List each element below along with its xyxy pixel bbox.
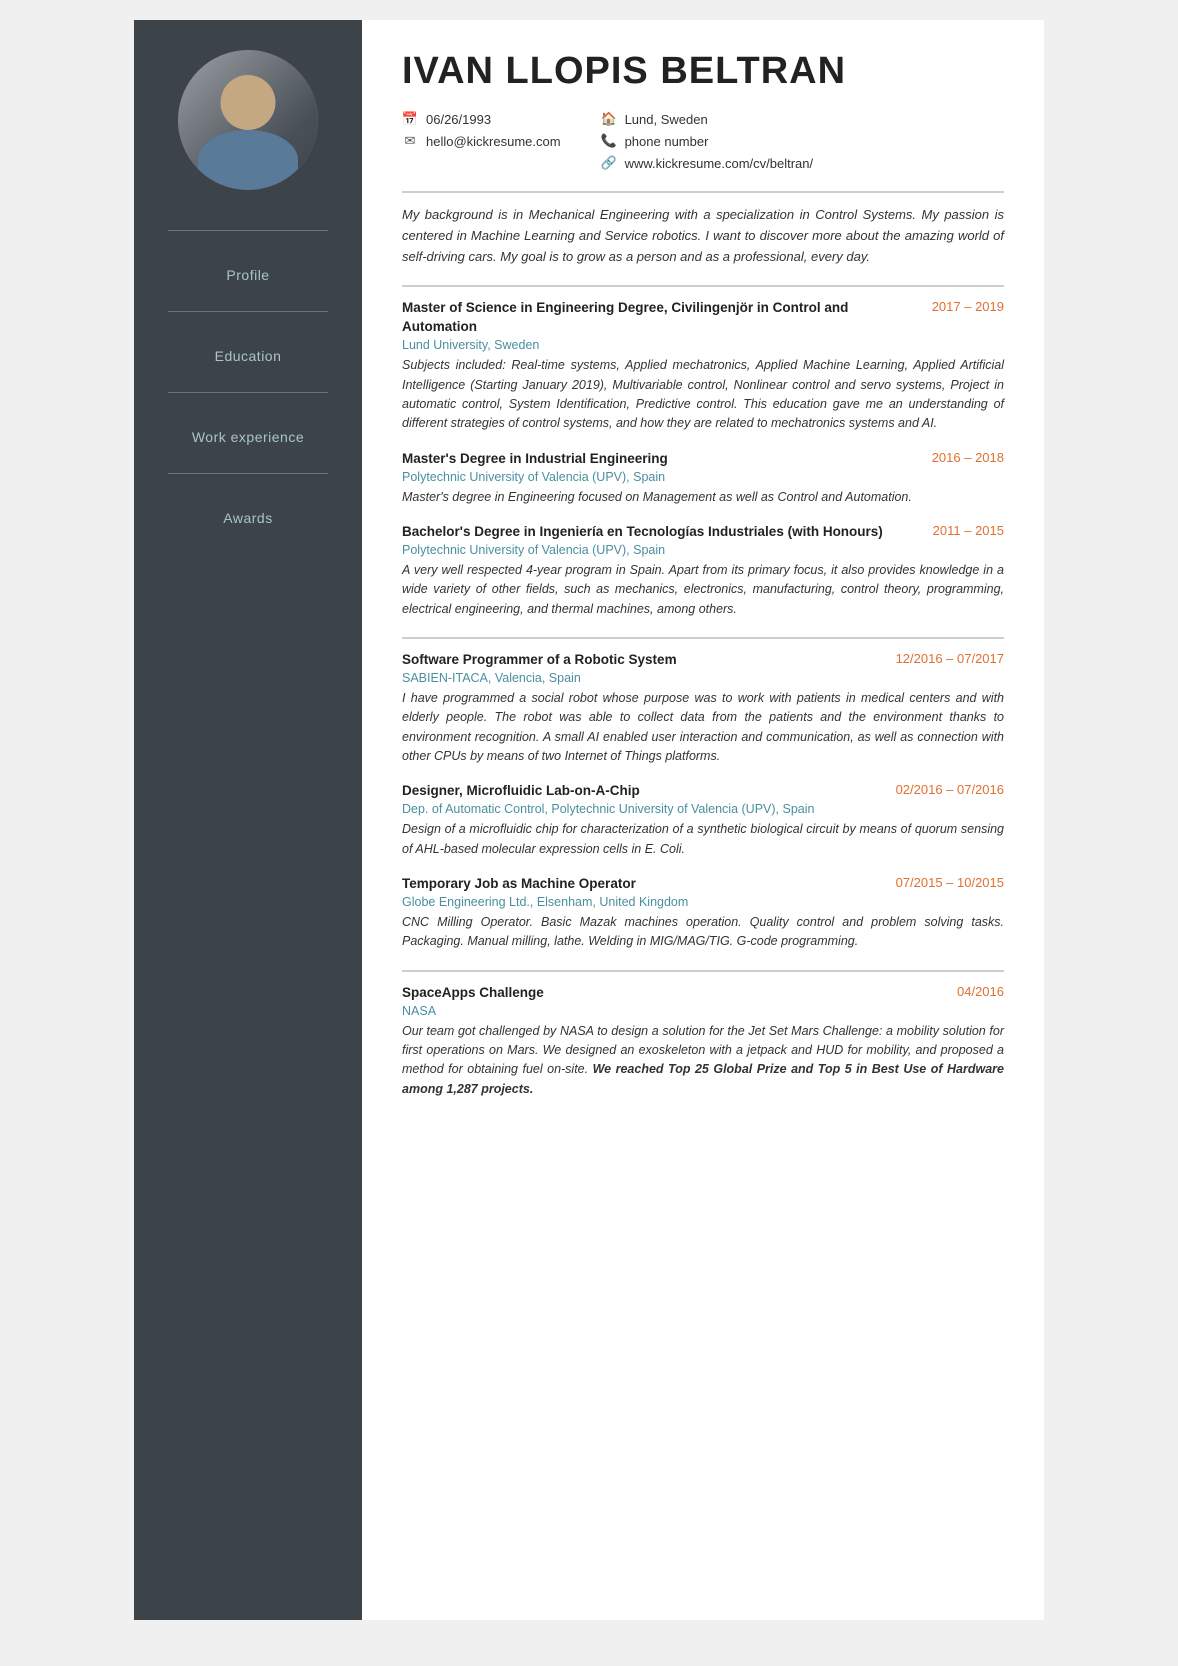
list-item: SpaceApps Challenge 04/2016 NASA Our team g… [402, 984, 1004, 1099]
item-title: Designer, Microfluidic Lab-on-A-Chip [402, 782, 876, 801]
divider-3 [168, 392, 328, 393]
profile-divider [402, 191, 1004, 193]
item-desc: Design of a microfluidic chip for charac… [402, 820, 1004, 859]
item-institution: Polytechnic University of Valencia (UPV)… [402, 470, 1004, 484]
list-item: Software Programmer of a Robotic System 1… [402, 651, 1004, 766]
dob-value: 06/26/1993 [426, 112, 491, 127]
contact-email: ✉ hello@kickresume.com [402, 133, 561, 149]
avatar [178, 50, 318, 190]
item-desc: Master's degree in Engineering focused o… [402, 488, 1004, 507]
item-desc: I have programmed a social robot whose p… [402, 689, 1004, 767]
list-item: Master's Degree in Industrial Engineerin… [402, 450, 1004, 507]
web-icon: 🔗 [601, 155, 617, 171]
sidebar-section-education: Education [134, 322, 362, 382]
item-desc: Our team got challenged by NASA to desig… [402, 1022, 1004, 1100]
awards-section: SpaceApps Challenge 04/2016 NASA Our team g… [402, 984, 1004, 1099]
phone-value: phone number [625, 134, 709, 149]
awards-divider [402, 970, 1004, 972]
item-header: Master's Degree in Industrial Engineerin… [402, 450, 1004, 469]
resume-container: Profile Education Work experience Awards… [134, 20, 1044, 1620]
item-date: 02/2016 – 07/2016 [896, 782, 1004, 797]
sidebar-label-education: Education [215, 340, 282, 372]
contact-col-right: 🏠 Lund, Sweden 📞 phone number 🔗 www.kick… [601, 111, 814, 171]
item-header: SpaceApps Challenge 04/2016 [402, 984, 1004, 1003]
work-section: Software Programmer of a Robotic System 1… [402, 651, 1004, 952]
item-title: Master of Science in Engineering Degree,… [402, 299, 912, 337]
item-date: 04/2016 [957, 984, 1004, 999]
sidebar-section-awards: Awards [134, 484, 362, 544]
item-header: Software Programmer of a Robotic System 1… [402, 651, 1004, 670]
contact-dob: 📅 06/26/1993 [402, 111, 561, 127]
sidebar-label-work: Work experience [192, 421, 304, 453]
item-date: 2017 – 2019 [932, 299, 1004, 314]
phone-icon: 📞 [601, 133, 617, 149]
item-institution: SABIEN-ITACA, Valencia, Spain [402, 671, 1004, 685]
item-institution: NASA [402, 1004, 1004, 1018]
item-date: 2016 – 2018 [932, 450, 1004, 465]
education-section: Master of Science in Engineering Degree,… [402, 299, 1004, 619]
candidate-name: IVAN LLOPIS BELTRAN [402, 50, 1004, 93]
item-title: Temporary Job as Machine Operator [402, 875, 876, 894]
item-header: Designer, Microfluidic Lab-on-A-Chip 02/2… [402, 782, 1004, 801]
website-value: www.kickresume.com/cv/beltran/ [625, 156, 814, 171]
item-header: Master of Science in Engineering Degree,… [402, 299, 1004, 337]
item-desc: A very well respected 4-year program in … [402, 561, 1004, 619]
item-institution: Globe Engineering Ltd., Elsenham, United… [402, 895, 1004, 909]
contact-row: 📅 06/26/1993 ✉ hello@kickresume.com 🏠 Lu… [402, 111, 1004, 171]
list-item: Master of Science in Engineering Degree,… [402, 299, 1004, 433]
sidebar-label-awards: Awards [223, 502, 272, 534]
item-date: 2011 – 2015 [933, 523, 1004, 538]
list-item: Temporary Job as Machine Operator 07/2015… [402, 875, 1004, 952]
item-title: Software Programmer of a Robotic System [402, 651, 876, 670]
item-institution: Dep. of Automatic Control, Polytechnic U… [402, 802, 1004, 816]
divider-4 [168, 473, 328, 474]
sidebar-label-profile: Profile [226, 259, 269, 291]
list-item: Designer, Microfluidic Lab-on-A-Chip 02/2… [402, 782, 1004, 859]
item-date: 12/2016 – 07/2017 [896, 651, 1004, 666]
divider-1 [168, 230, 328, 231]
contact-location: 🏠 Lund, Sweden [601, 111, 814, 127]
item-title: Master's Degree in Industrial Engineerin… [402, 450, 912, 469]
item-desc: CNC Milling Operator. Basic Mazak machin… [402, 913, 1004, 952]
main-content: IVAN LLOPIS BELTRAN 📅 06/26/1993 ✉ hello… [362, 20, 1044, 1620]
email-icon: ✉ [402, 133, 418, 149]
list-item: Bachelor's Degree in Ingeniería en Tecno… [402, 523, 1004, 619]
sidebar-section-profile: Profile [134, 241, 362, 301]
divider-2 [168, 311, 328, 312]
sidebar-section-work: Work experience [134, 403, 362, 463]
email-value: hello@kickresume.com [426, 134, 561, 149]
work-divider [402, 637, 1004, 639]
item-header: Temporary Job as Machine Operator 07/2015… [402, 875, 1004, 894]
contact-website: 🔗 www.kickresume.com/cv/beltran/ [601, 155, 814, 171]
item-date: 07/2015 – 10/2015 [896, 875, 1004, 890]
item-title: SpaceApps Challenge [402, 984, 937, 1003]
header: IVAN LLOPIS BELTRAN 📅 06/26/1993 ✉ hello… [402, 50, 1004, 171]
location-value: Lund, Sweden [625, 112, 708, 127]
contact-col-left: 📅 06/26/1993 ✉ hello@kickresume.com [402, 111, 561, 171]
calendar-icon: 📅 [402, 111, 418, 127]
item-title: Bachelor's Degree in Ingeniería en Tecno… [402, 523, 913, 542]
item-desc: Subjects included: Real-time systems, Ap… [402, 356, 1004, 434]
location-icon: 🏠 [601, 111, 617, 127]
education-divider [402, 285, 1004, 287]
item-institution: Polytechnic University of Valencia (UPV)… [402, 543, 1004, 557]
item-header: Bachelor's Degree in Ingeniería en Tecno… [402, 523, 1004, 542]
item-institution: Lund University, Sweden [402, 338, 1004, 352]
contact-phone: 📞 phone number [601, 133, 814, 149]
profile-text: My background is in Mechanical Engineeri… [402, 205, 1004, 267]
sidebar: Profile Education Work experience Awards [134, 20, 362, 1620]
